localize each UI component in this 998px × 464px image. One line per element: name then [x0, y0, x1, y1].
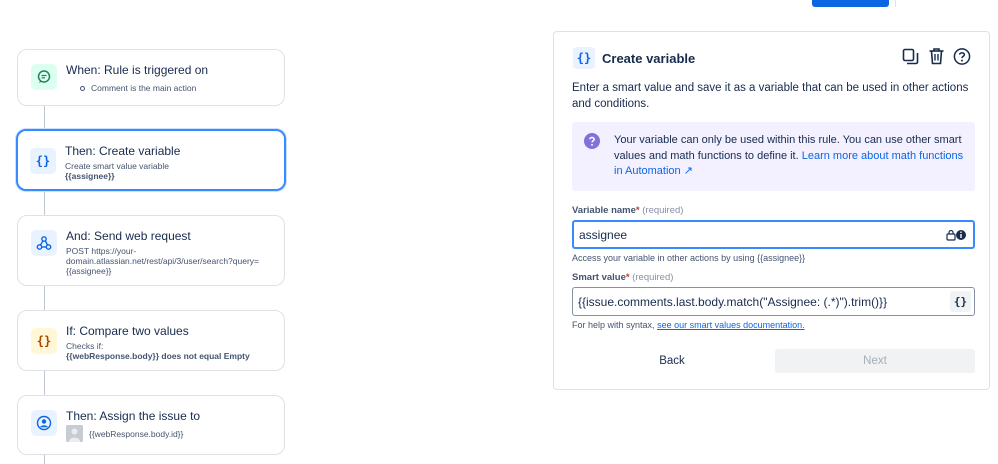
next-button[interactable]: Next — [775, 349, 975, 373]
insert-smart-value-button[interactable]: {} — [950, 291, 971, 312]
avatar — [66, 425, 83, 442]
flow-card-assign[interactable]: Then: Assign the issue to {{webResponse.… — [17, 395, 285, 455]
lock-info-icon[interactable] — [946, 228, 966, 241]
card-title: And: Send web request — [66, 229, 191, 243]
user-avatar-icon — [31, 410, 57, 436]
curly-braces-icon: {} — [573, 47, 595, 69]
flow-card-send-web-request[interactable]: And: Send web request POST https://your-… — [17, 215, 285, 286]
card-condition: {{webResponse.body}} does not equal Empt… — [66, 351, 250, 361]
top-divider — [895, 0, 896, 7]
card-subtitle: Checks if: — [66, 341, 104, 351]
variable-name-input[interactable]: assignee — [572, 220, 975, 249]
panel-toolbar — [901, 47, 971, 65]
chat-bubble-icon — [31, 64, 57, 90]
curly-braces-icon: {} — [31, 328, 57, 354]
panel-title: Create variable — [602, 51, 696, 66]
bullet-icon — [80, 86, 85, 92]
variable-name-label: Variable name* (required) — [572, 205, 684, 216]
question-circle-icon — [584, 133, 600, 149]
flow-card-trigger[interactable]: When: Rule is triggered on Comment is th… — [17, 49, 285, 106]
copy-icon[interactable] — [901, 47, 919, 65]
card-title: Then: Create variable — [65, 144, 181, 158]
card-title: When: Rule is triggered on — [66, 63, 209, 77]
panel-description: Enter a smart value and save it as a var… — [572, 82, 969, 110]
smart-value-label: Smart value* (required) — [572, 272, 674, 283]
top-primary-button[interactable] — [812, 0, 889, 7]
smart-value-helper: For help with syntax, see our smart valu… — [572, 320, 805, 330]
create-variable-panel: {} Create variable Enter a smart value a… — [553, 31, 990, 390]
info-text: Your variable can only be used within th… — [614, 134, 964, 177]
webhook-icon — [31, 230, 57, 256]
card-variable: {{assignee}} — [65, 171, 115, 181]
card-subtitle-line1: POST https://your- — [66, 246, 137, 256]
back-button[interactable]: Back — [572, 349, 772, 373]
smart-values-docs-link[interactable]: see our smart values documentation. — [657, 320, 805, 330]
variable-name-helper: Access your variable in other actions by… — [572, 253, 806, 263]
info-message: Your variable can only be used within th… — [572, 122, 975, 191]
card-title: Then: Assign the issue to — [66, 409, 201, 423]
card-subtitle-line3: {{assignee}} — [66, 266, 112, 276]
flow-card-create-variable[interactable]: {} Then: Create variable Create smart va… — [16, 129, 286, 191]
flow-card-condition[interactable]: {} If: Compare two values Checks if: {{w… — [17, 310, 285, 371]
curly-braces-icon: {} — [30, 148, 56, 174]
card-subtitle-line2: domain.atlassian.net/rest/api/3/user/sea… — [66, 256, 260, 266]
smart-value-input[interactable]: {{issue.comments.last.body.match("Assign… — [572, 287, 975, 316]
card-subtitle: {{webResponse.body.id}} — [89, 429, 184, 439]
trash-icon[interactable] — [927, 47, 945, 65]
question-circle-icon[interactable] — [953, 47, 971, 65]
card-subtitle: Comment is the main action — [66, 83, 196, 93]
card-subtitle: Create smart value variable — [65, 161, 169, 171]
card-title: If: Compare two values — [66, 324, 189, 338]
